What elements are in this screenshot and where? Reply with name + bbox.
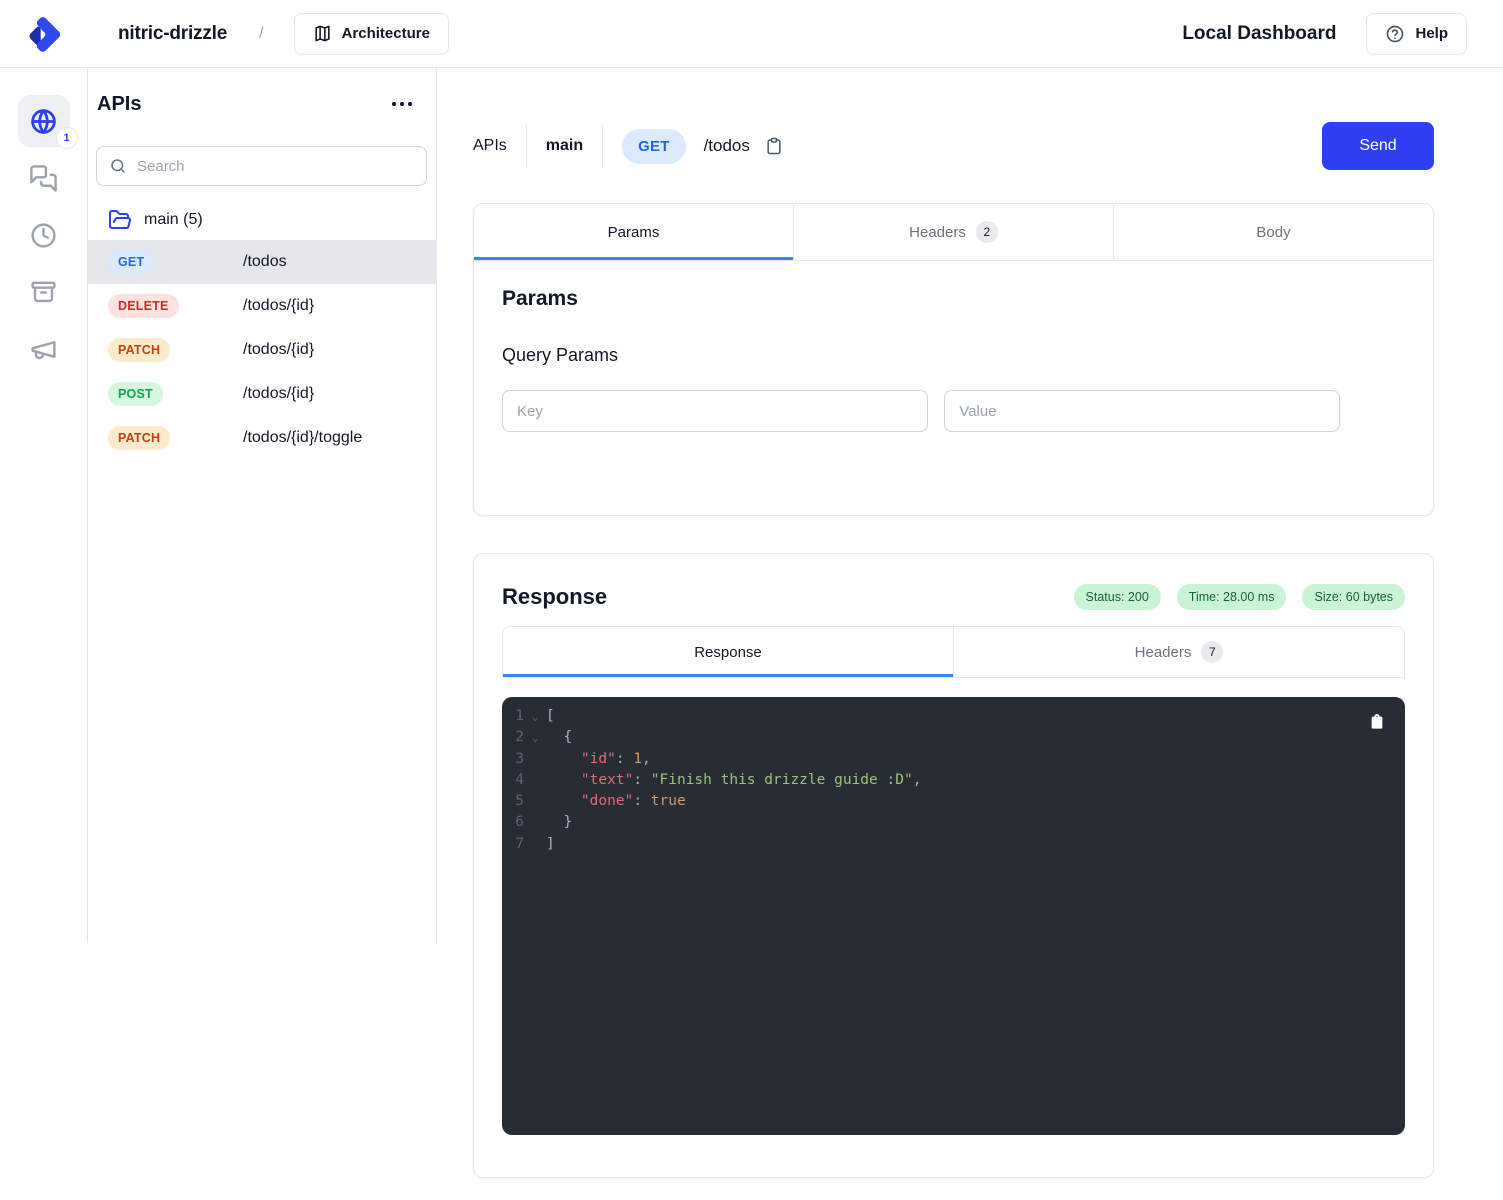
copy-response-icon[interactable]	[1369, 713, 1385, 731]
request-path: /todos	[704, 136, 750, 156]
nitric-logo-icon	[24, 14, 64, 54]
code-line: 7 ]	[502, 834, 1405, 855]
fold-chevron-icon[interactable]: ⌄	[524, 706, 546, 727]
top-bar: nitric-drizzle / Architecture Local Dash…	[0, 0, 1503, 68]
search-icon	[109, 157, 127, 175]
fold-chevron-icon[interactable]: ⌄	[524, 727, 546, 748]
status-badge: Status: 200	[1074, 584, 1161, 610]
query-key-input[interactable]	[502, 390, 928, 432]
endpoint-path: /todos/{id}	[243, 385, 314, 403]
endpoint-path: /todos	[243, 253, 287, 271]
folder-open-icon	[108, 208, 132, 232]
breadcrumb-group: main	[546, 137, 583, 155]
main-content: APIs main GET /todos Send Params	[437, 68, 1503, 1198]
sidebar-item-schedules[interactable]	[18, 209, 70, 261]
ellipsis-menu-icon[interactable]	[388, 98, 416, 110]
nitric-logo[interactable]	[0, 14, 88, 54]
method-badge: POST	[108, 382, 163, 406]
search-box[interactable]	[96, 146, 427, 186]
api-group-folder[interactable]: main (5)	[108, 204, 427, 236]
headers-count-badge: 2	[976, 221, 998, 243]
tab-response-body[interactable]: Response	[503, 627, 954, 677]
response-json-editor[interactable]: 1 ⌄ [ 2 ⌄ { 3 "id": 1, 4	[502, 697, 1405, 1135]
architecture-button[interactable]: Architecture	[294, 13, 449, 55]
breadcrumb-apis: APIs	[473, 137, 507, 155]
method-badge: GET	[108, 250, 154, 274]
endpoint-row-delete-todo[interactable]: DELETE /todos/{id}	[88, 284, 436, 328]
help-button[interactable]: Help	[1366, 13, 1467, 55]
api-group-label: main (5)	[144, 211, 203, 229]
apis-panel-title: APIs	[97, 93, 141, 116]
code-line: 2 ⌄ {	[502, 727, 1405, 748]
method-badge: PATCH	[108, 426, 170, 450]
tab-params[interactable]: Params	[474, 204, 794, 260]
architecture-label: Architecture	[342, 25, 430, 42]
map-icon	[313, 24, 332, 43]
endpoint-row-patch-todo[interactable]: PATCH /todos/{id}	[88, 328, 436, 372]
page-title: Local Dashboard	[1182, 23, 1336, 45]
tab-response-headers[interactable]: Headers 7	[954, 627, 1404, 677]
code-line: 4 "text": "Finish this drizzle guide :D"…	[502, 770, 1405, 791]
method-badge: PATCH	[108, 338, 170, 362]
time-badge: Time: 28.00 ms	[1177, 584, 1287, 610]
search-input[interactable]	[137, 158, 414, 175]
clock-icon	[29, 221, 58, 250]
api-count-badge: 1	[56, 127, 78, 149]
endpoint-path: /todos/{id}	[243, 297, 314, 315]
sidebar-item-topics[interactable]	[18, 323, 70, 375]
endpoint-path: /todos/{id}	[243, 341, 314, 359]
copy-path-icon[interactable]	[764, 136, 784, 156]
code-line: 6 }	[502, 812, 1405, 833]
bucket-icon	[29, 278, 58, 307]
endpoint-row-get-todos[interactable]: GET /todos	[88, 240, 436, 284]
code-line: 1 ⌄ [	[502, 706, 1405, 727]
query-value-input[interactable]	[944, 390, 1340, 432]
sidebar-item-apis[interactable]: 1	[18, 95, 70, 147]
question-circle-icon	[1385, 24, 1405, 44]
send-button[interactable]: Send	[1322, 122, 1434, 170]
chat-icon	[29, 164, 58, 193]
response-title: Response	[502, 584, 607, 610]
icon-rail: 1	[0, 68, 88, 943]
help-label: Help	[1415, 25, 1448, 42]
method-badge-large: GET	[622, 129, 685, 164]
sidebar-item-websockets[interactable]	[18, 152, 70, 204]
size-badge: Size: 60 bytes	[1302, 584, 1405, 610]
sidebar-item-storage[interactable]	[18, 266, 70, 318]
response-card: Response Status: 200 Time: 28.00 ms Size…	[473, 553, 1434, 1178]
endpoint-row-post-todo[interactable]: POST /todos/{id}	[88, 372, 436, 416]
method-badge: DELETE	[108, 294, 179, 318]
response-headers-count-badge: 7	[1201, 641, 1223, 663]
divider	[602, 124, 603, 168]
request-tabbar: Params Headers 2 Body	[474, 204, 1433, 261]
apis-panel: APIs main (5) GET /todos	[88, 68, 437, 943]
project-name: nitric-drizzle	[118, 23, 227, 45]
tab-body[interactable]: Body	[1114, 204, 1433, 260]
megaphone-icon	[29, 335, 58, 364]
left-sidebar: 1	[0, 68, 437, 943]
breadcrumb-separator: /	[259, 25, 263, 43]
endpoint-path: /todos/{id}/toggle	[243, 429, 362, 447]
query-params-title: Query Params	[502, 345, 1405, 366]
params-title: Params	[502, 287, 1405, 311]
code-line: 3 "id": 1,	[502, 749, 1405, 770]
tab-headers[interactable]: Headers 2	[794, 204, 1114, 260]
endpoint-list: GET /todos DELETE /todos/{id} PATCH /tod…	[88, 240, 436, 460]
endpoint-row-patch-toggle[interactable]: PATCH /todos/{id}/toggle	[88, 416, 436, 460]
divider	[526, 124, 527, 168]
response-tabbar: Response Headers 7	[502, 626, 1405, 678]
globe-icon	[29, 107, 58, 136]
breadcrumb: APIs main GET /todos	[473, 124, 784, 168]
code-line: 5 "done": true	[502, 791, 1405, 812]
request-card: Params Headers 2 Body Params Query Param…	[473, 203, 1434, 516]
